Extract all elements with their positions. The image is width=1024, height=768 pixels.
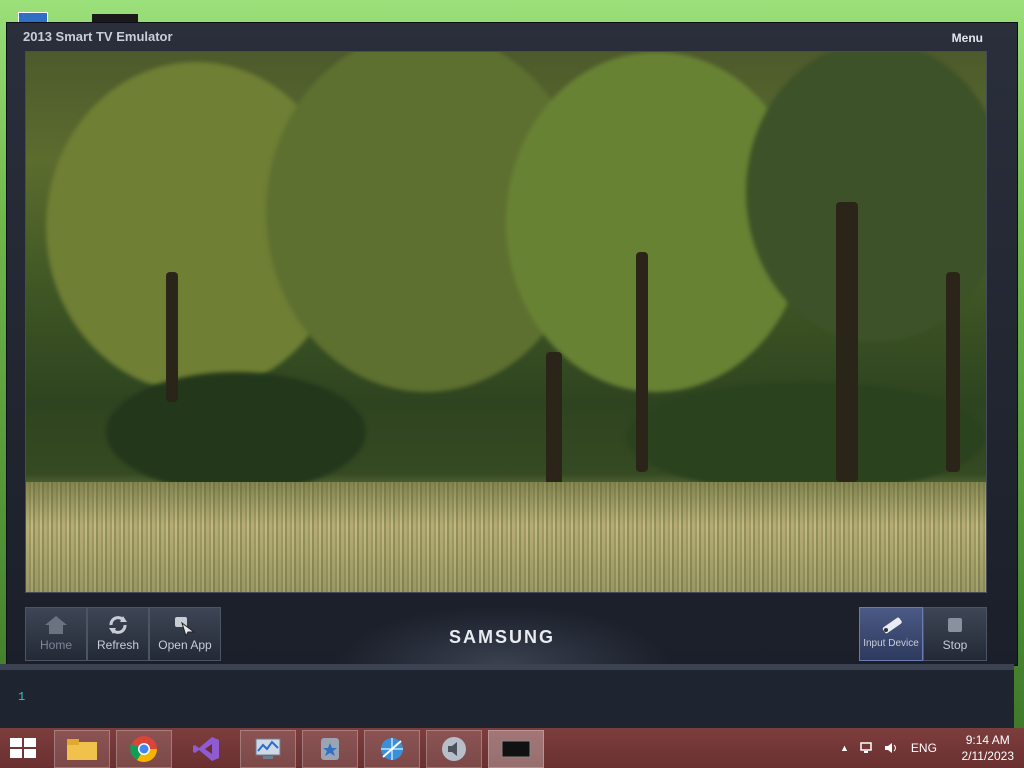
remote-control-icon <box>882 617 902 634</box>
performance-monitor-icon <box>255 738 281 759</box>
input-device-label: Input Device <box>863 638 919 649</box>
home-button[interactable]: Home <box>25 607 87 661</box>
stop-label: Stop <box>942 638 968 652</box>
tree-trunk <box>836 202 858 482</box>
brand-logo: SAMSUNG <box>448 627 555 647</box>
show-hidden-icons-chevron-icon[interactable]: ▲ <box>840 743 849 753</box>
bush <box>106 372 366 492</box>
volume-icon[interactable] <box>883 741 899 755</box>
refresh-button[interactable]: Refresh <box>87 607 149 661</box>
network-icon[interactable] <box>859 741 875 755</box>
taskbar-favorites-app[interactable] <box>302 730 358 768</box>
start-button[interactable] <box>8 736 38 760</box>
network-globe-icon <box>381 738 403 760</box>
system-clock[interactable]: 9:14 AM 2/11/2023 <box>962 732 1015 764</box>
visual-studio-icon <box>193 737 219 761</box>
input-language[interactable]: ENG <box>911 741 937 755</box>
taskbar-network-app[interactable] <box>364 730 420 768</box>
refresh-icon <box>109 616 127 634</box>
window-title: 2013 Smart TV Emulator <box>23 29 173 44</box>
refresh-label: Refresh <box>96 638 140 652</box>
chrome-icon <box>130 736 158 763</box>
home-icon <box>45 616 67 634</box>
bush <box>626 382 986 492</box>
tree-trunk <box>946 272 960 472</box>
open-app-button[interactable]: Open App <box>149 607 221 661</box>
home-label: Home <box>39 638 72 652</box>
stop-button[interactable]: Stop <box>923 607 987 661</box>
tv-emulator-window: 2013 Smart TV Emulator Menu Home Refresh <box>6 22 1018 666</box>
output-console: 1 <box>0 664 1014 734</box>
grass-shade <box>26 482 986 592</box>
system-tray: ▲ ENG <box>840 728 937 768</box>
tv-emulator-icon <box>501 740 531 758</box>
clock-time: 9:14 AM <box>965 733 1010 747</box>
input-device-button[interactable]: Input Device <box>859 607 923 661</box>
console-line: 1 <box>18 690 26 704</box>
open-app-icon <box>175 617 196 636</box>
open-app-label: Open App <box>158 638 212 652</box>
speaker-app-icon <box>442 737 466 761</box>
taskbar-performance[interactable] <box>240 730 296 768</box>
tv-screen[interactable] <box>25 51 987 593</box>
windows-logo-icon <box>10 738 36 758</box>
taskbar-visual-studio[interactable] <box>178 730 234 768</box>
tree-trunk <box>166 272 178 402</box>
taskbar: ▲ ENG 9:14 AM 2/11/2023 <box>0 728 1024 768</box>
stop-icon <box>948 618 962 632</box>
taskbar-tv-emulator[interactable] <box>488 730 544 768</box>
taskbar-chrome[interactable] <box>116 730 172 768</box>
menu-button[interactable]: Menu <box>952 31 983 45</box>
tv-stand: SAMSUNG <box>337 607 667 665</box>
tree-trunk <box>636 252 648 472</box>
taskbar-speaker-app[interactable] <box>426 730 482 768</box>
clock-date: 2/11/2023 <box>961 749 1015 763</box>
taskbar-file-explorer[interactable] <box>54 730 110 768</box>
app-favorites-icon <box>321 738 339 760</box>
file-explorer-icon <box>67 739 97 760</box>
tree-trunk <box>546 352 562 492</box>
